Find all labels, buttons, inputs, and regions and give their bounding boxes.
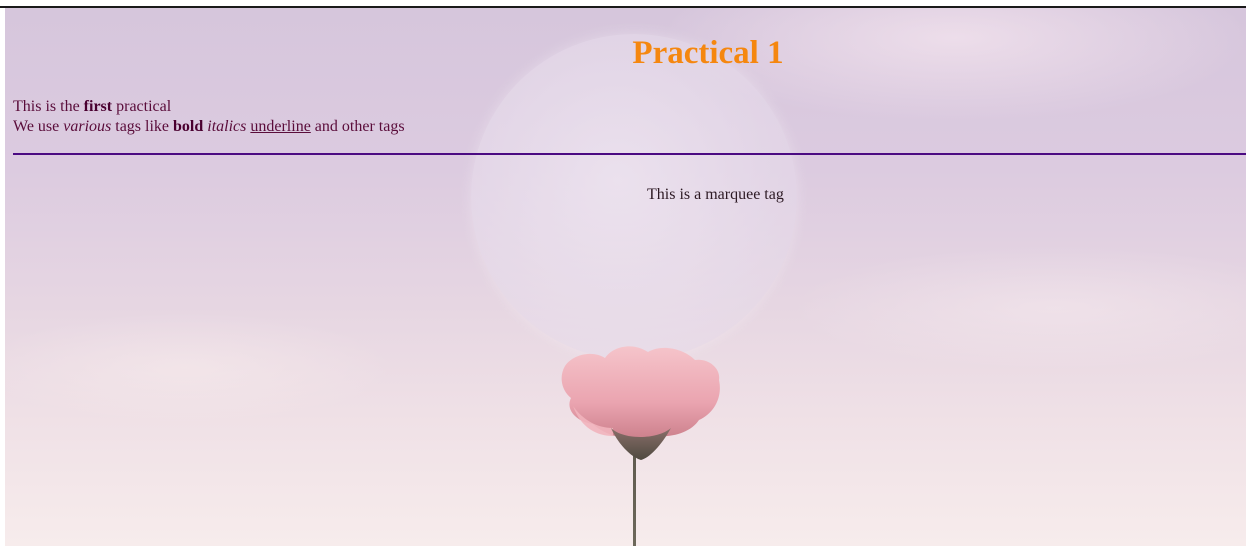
bold-first: first (83, 98, 113, 115)
page-content: Practical 1 This is the first practical … (0, 0, 1246, 546)
underline-text: underline (250, 118, 311, 135)
horizontal-rule (13, 153, 1246, 155)
intro-paragraph: This is the first practical We use vario… (13, 97, 405, 137)
top-border (0, 0, 1246, 8)
italic-italics: italics (207, 118, 247, 135)
line1-prefix: This is the (13, 98, 84, 115)
marquee-text: This is a marquee tag (647, 186, 784, 203)
page-title: Practical 1 (632, 35, 784, 71)
left-margin-strip (0, 8, 5, 546)
browser-viewport: Practical 1 This is the first practical … (0, 0, 1246, 546)
line2-suffix: and other tags (310, 118, 405, 135)
bold-bold: bold (173, 118, 204, 135)
line2-prefix: We use (13, 118, 64, 135)
italic-various: various (63, 118, 112, 135)
line2-middle: tags like (111, 118, 174, 135)
line1-suffix: practical (112, 98, 172, 115)
